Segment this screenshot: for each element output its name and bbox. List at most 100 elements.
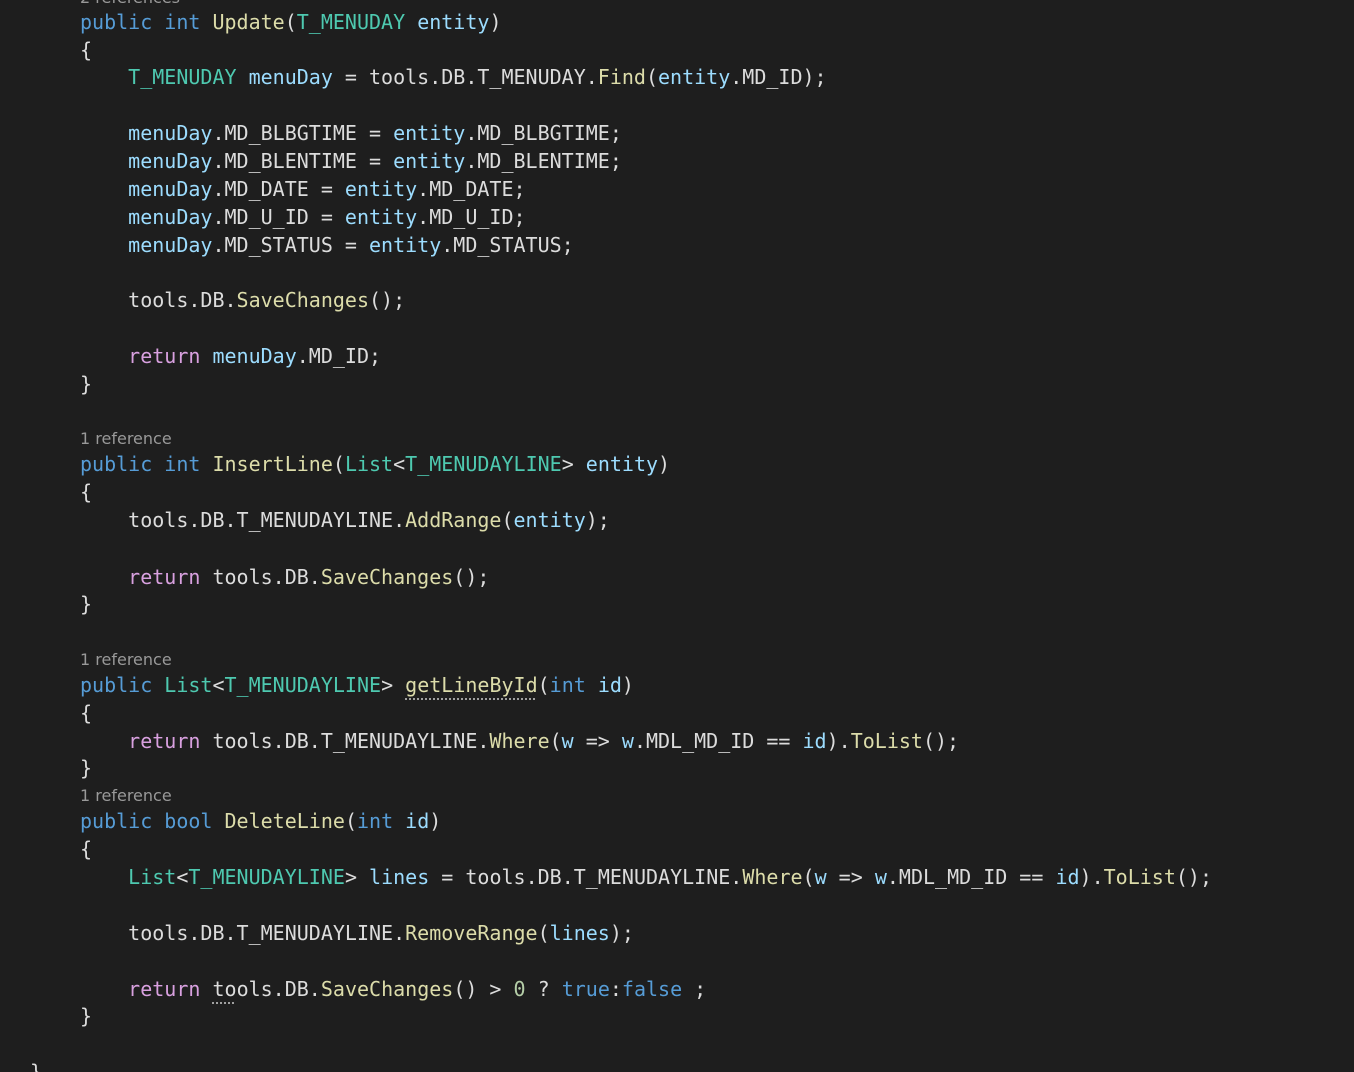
code-token: } <box>30 1060 43 1072</box>
code-token: DeleteLine <box>224 809 345 833</box>
code-line[interactable]: public bool DeleteLine(int id) <box>80 807 441 835</box>
code-token: < <box>393 452 406 476</box>
code-token: ( <box>549 729 562 753</box>
code-token: to <box>212 977 237 1001</box>
codelens-references-deleteline[interactable]: 1 reference <box>80 786 172 806</box>
code-line[interactable]: return menuDay.MD_ID; <box>80 342 381 370</box>
code-token: = tools.DB.T_MENUDAY. <box>332 65 598 89</box>
code-token: menuDay <box>128 205 213 229</box>
code-line[interactable]: menuDay.MD_BLBGTIME = entity.MD_BLBGTIME… <box>80 119 622 147</box>
code-token: Find <box>597 65 646 89</box>
code-token: false <box>621 977 683 1001</box>
code-token: entity <box>585 452 659 476</box>
code-line[interactable]: menuDay.MD_DATE = entity.MD_DATE; <box>80 175 525 203</box>
codelens-references-getlinebyid[interactable]: 1 reference <box>80 650 172 670</box>
code-line[interactable]: tools.DB.SaveChanges(); <box>80 286 405 314</box>
code-token: .MD_ID; <box>296 344 382 368</box>
code-token: ( <box>802 865 815 889</box>
code-line[interactable]: { <box>80 699 92 727</box>
code-token: ). <box>826 729 851 753</box>
code-line[interactable]: } <box>80 590 92 618</box>
code-line[interactable]: public int Update(T_MENUDAY entity) <box>80 8 501 36</box>
code-line[interactable]: tools.DB.T_MENUDAYLINE.RemoveRange(lines… <box>80 919 634 947</box>
code-token: ) <box>621 673 634 697</box>
code-token: entity <box>369 233 442 257</box>
code-token: ( <box>537 673 550 697</box>
code-token: ( <box>344 809 357 833</box>
code-token: int <box>356 809 394 833</box>
code-token: < <box>212 673 225 697</box>
code-line[interactable]: T_MENUDAY menuDay = tools.DB.T_MENUDAY.F… <box>80 63 826 91</box>
code-editor[interactable]: 2 references 1 reference 1 reference 1 r… <box>0 0 1354 1072</box>
code-token: T_MENUDAYLINE <box>405 452 562 476</box>
code-token: List <box>128 865 177 889</box>
code-line[interactable]: return tools.DB.T_MENUDAYLINE.Where(w =>… <box>80 727 959 755</box>
code-token: id <box>802 729 827 753</box>
code-token: tools.DB. <box>80 288 237 312</box>
code-token: public <box>80 452 153 476</box>
code-token: .MD_DATE = <box>212 177 345 201</box>
code-line[interactable]: return tools.DB.SaveChanges(); <box>80 563 489 591</box>
code-line[interactable]: menuDay.MD_BLENTIME = entity.MD_BLENTIME… <box>80 147 622 175</box>
code-token: Update <box>212 10 285 34</box>
code-line[interactable]: } <box>80 370 92 398</box>
code-line[interactable]: List<T_MENUDAYLINE> lines = tools.DB.T_M… <box>80 863 1212 891</box>
code-token: .MD_U_ID = <box>212 205 345 229</box>
code-token: T_MENUDAYLINE <box>188 865 345 889</box>
code-token: ? <box>525 977 562 1001</box>
code-line[interactable]: { <box>80 835 92 863</box>
code-token: ). <box>1079 865 1104 889</box>
code-token: ) <box>429 809 442 833</box>
code-token: public <box>80 673 153 697</box>
code-line[interactable]: menuDay.MD_U_ID = entity.MD_U_ID; <box>80 203 525 231</box>
codelens-references-insertline[interactable]: 1 reference <box>80 429 172 449</box>
code-token: ); <box>585 508 610 532</box>
code-token: => <box>573 729 622 753</box>
code-line[interactable]: { <box>80 478 92 506</box>
code-token: tools.DB.T_MENUDAYLINE. <box>80 921 406 945</box>
code-line[interactable]: public List<T_MENUDAYLINE> getLineById(i… <box>80 671 634 699</box>
code-line[interactable]: } <box>80 754 92 782</box>
code-line[interactable]: } <box>30 1058 42 1072</box>
code-line[interactable]: menuDay.MD_STATUS = entity.MD_STATUS; <box>80 231 574 259</box>
code-line[interactable]: public int InsertLine(List<T_MENUDAYLINE… <box>80 450 670 478</box>
code-token: AddRange <box>405 508 502 532</box>
code-token: ( <box>537 921 550 945</box>
code-token: ) <box>489 10 502 34</box>
code-token: => <box>826 865 875 889</box>
code-token: { <box>80 837 93 861</box>
code-token: List <box>344 452 394 476</box>
code-token: menuDay <box>128 233 213 257</box>
code-token: lines <box>549 921 610 945</box>
code-token: menuDay <box>212 344 297 368</box>
code-token: entity <box>417 10 490 34</box>
code-token: id <box>405 809 430 833</box>
code-line[interactable]: tools.DB.T_MENUDAYLINE.AddRange(entity); <box>80 506 610 534</box>
code-line[interactable]: return tools.DB.SaveChanges() > 0 ? true… <box>80 975 706 1003</box>
code-token: menuDay <box>248 65 333 89</box>
code-token: T_MENUDAY <box>296 10 406 34</box>
code-token: } <box>80 592 93 616</box>
code-token: public <box>80 10 153 34</box>
code-token: List <box>164 673 213 697</box>
code-token: { <box>80 701 93 725</box>
code-token: tools.DB.T_MENUDAYLINE. <box>80 508 406 532</box>
code-token: entity <box>344 205 418 229</box>
code-token: int <box>549 673 586 697</box>
code-line[interactable]: { <box>80 36 92 64</box>
code-token: entity <box>658 65 731 89</box>
code-token: .MD_BLENTIME; <box>465 149 622 173</box>
code-token: menuDay <box>128 121 213 145</box>
code-token: 0 <box>513 977 526 1001</box>
codelens-references-update[interactable]: 2 references <box>80 0 180 8</box>
code-token: .MD_BLENTIME = <box>212 149 394 173</box>
code-token: > <box>381 673 406 697</box>
code-line[interactable]: } <box>80 1002 92 1030</box>
code-token: ( <box>284 10 297 34</box>
